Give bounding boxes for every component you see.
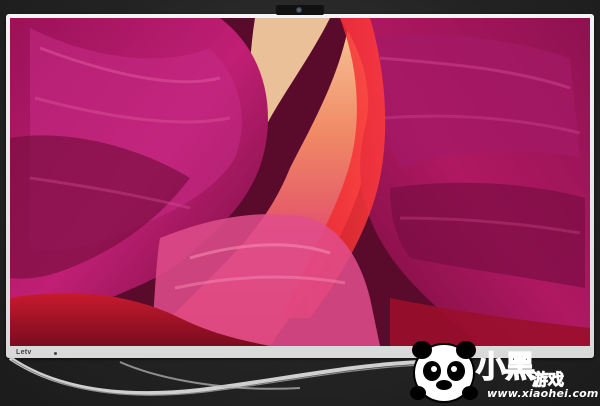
- watermark-url: www.xiaohei.com: [487, 387, 599, 400]
- watermark-title: 小黑: [475, 349, 535, 385]
- tv-screen: [10, 18, 590, 346]
- tv-camera: [276, 5, 324, 15]
- panda-icon: [410, 341, 478, 403]
- camera-lens-icon: [296, 7, 302, 13]
- canyon-photo: [10, 18, 590, 346]
